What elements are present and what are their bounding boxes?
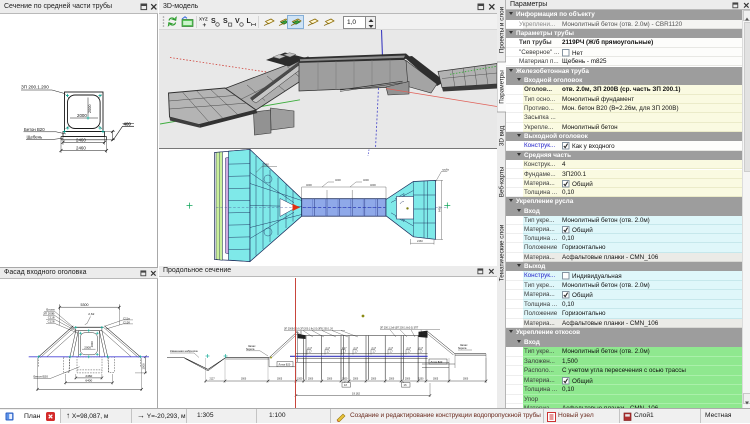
svg-text:2460: 2460 bbox=[417, 239, 423, 243]
svg-text:2000: 2000 bbox=[77, 113, 87, 118]
svg-text:2,17: 2,17 bbox=[372, 348, 377, 350]
svg-text:3005: 3005 bbox=[433, 379, 439, 381]
svg-text:Бетон В20: Бетон В20 bbox=[24, 127, 45, 132]
svg-text:1500: 1500 bbox=[342, 379, 348, 381]
svg-text:3000: 3000 bbox=[463, 379, 469, 381]
svg-text:2000: 2000 bbox=[327, 379, 333, 381]
svg-text:2,17: 2,17 bbox=[389, 348, 394, 350]
svg-text:1,7: 1,7 bbox=[420, 351, 424, 353]
svg-text:1,7: 1,7 bbox=[309, 351, 313, 353]
svg-text:S: S bbox=[223, 18, 228, 25]
svg-text:2,17: 2,17 bbox=[354, 348, 359, 350]
svg-text:1500: 1500 bbox=[141, 363, 145, 370]
svg-text:2460: 2460 bbox=[76, 146, 86, 151]
svg-text:ЗП 200.1.200: ЗП 200.1.200 bbox=[21, 85, 49, 90]
svg-text:2000: 2000 bbox=[308, 379, 314, 381]
svg-text:1,7: 1,7 bbox=[373, 351, 377, 353]
svg-text:2000: 2000 bbox=[389, 379, 395, 381]
svg-text:400: 400 bbox=[124, 121, 132, 126]
svg-text:Параметры: Параметры bbox=[499, 70, 506, 104]
svg-text:1,7: 1,7 bbox=[408, 351, 412, 353]
svg-text:4000: 4000 bbox=[363, 178, 369, 182]
svg-text:Щебень: Щебень bbox=[27, 134, 44, 139]
svg-text:берега: берега bbox=[458, 346, 467, 350]
svg-text:2460: 2460 bbox=[76, 137, 86, 142]
svg-text:2000: 2000 bbox=[405, 379, 411, 381]
svg-text:V: V bbox=[235, 18, 240, 25]
svg-text:Лоток В20: Лоток В20 bbox=[279, 364, 291, 367]
svg-text:ЗП 200.1.2х8 (ЗП 200.1.8х2.0): ЗП 200.1.2х8 (ЗП 200.1.8х2.0) ЗПТ bbox=[380, 327, 419, 330]
svg-text:ЗП 200Б-1.1б (ЗП 200.1.8х2.0): ЗП 200Б-1.1б (ЗП 200.1.8х2.0) ЗПБ 200.1.… bbox=[284, 327, 333, 330]
svg-text:3280: 3280 bbox=[263, 163, 269, 167]
svg-text:2460: 2460 bbox=[85, 374, 92, 378]
svg-text:Лоток В20: Лоток В20 bbox=[431, 361, 443, 364]
svg-text:6400: 6400 bbox=[437, 206, 441, 212]
svg-text:2000: 2000 bbox=[353, 379, 359, 381]
svg-text:L: L bbox=[247, 18, 252, 25]
svg-text:4000: 4000 bbox=[335, 178, 341, 182]
svg-text:2000: 2000 bbox=[90, 341, 94, 347]
svg-text:Тематические слои: Тематические слои bbox=[499, 224, 506, 281]
svg-text:берега: берега bbox=[246, 347, 255, 351]
svg-text:С12б: С12б bbox=[123, 320, 130, 324]
svg-text:2000: 2000 bbox=[371, 379, 377, 381]
svg-text:19 162: 19 162 bbox=[352, 392, 360, 396]
svg-text:2,17: 2,17 bbox=[419, 348, 424, 350]
svg-text:Веб-карты: Веб-карты bbox=[498, 166, 506, 197]
svg-text:3000: 3000 bbox=[241, 379, 247, 381]
svg-text:5300: 5300 bbox=[81, 303, 89, 307]
svg-text:3005: 3005 bbox=[277, 379, 283, 381]
svg-text:2127: 2127 bbox=[210, 379, 216, 381]
svg-text:2,62: 2,62 bbox=[88, 312, 94, 316]
svg-text:+: + bbox=[203, 22, 207, 29]
svg-text:1,7: 1,7 bbox=[343, 351, 347, 353]
svg-text:1,7: 1,7 bbox=[355, 351, 359, 353]
svg-text:С128: С128 bbox=[48, 320, 55, 324]
svg-text:1б: 1б bbox=[404, 383, 407, 387]
svg-text:6400: 6400 bbox=[85, 379, 92, 383]
svg-text:труба: труба bbox=[442, 168, 449, 172]
svg-text:1б: 1б bbox=[344, 383, 347, 387]
svg-text:Каменная наброска: Каменная наброска bbox=[170, 349, 198, 353]
svg-text:2,17: 2,17 bbox=[308, 348, 313, 350]
svg-text:2000: 2000 bbox=[88, 105, 92, 113]
svg-text:2,17: 2,17 bbox=[342, 348, 347, 350]
svg-text:1,7: 1,7 bbox=[390, 351, 394, 353]
svg-text:1,7: 1,7 bbox=[327, 351, 331, 353]
svg-text:1500: 1500 bbox=[418, 379, 424, 381]
svg-text:3D вид: 3D вид bbox=[499, 126, 506, 147]
svg-text:4000: 4000 bbox=[370, 183, 376, 187]
svg-text:4000: 4000 bbox=[306, 183, 312, 187]
svg-text:2,17: 2,17 bbox=[326, 348, 331, 350]
svg-text:XYZ: XYZ bbox=[199, 17, 208, 22]
svg-text:2,17: 2,17 bbox=[407, 348, 412, 350]
svg-text:Проекты и слои: Проекты и слои bbox=[499, 6, 506, 53]
svg-text:1500: 1500 bbox=[297, 379, 303, 381]
svg-text:Бетон В20: Бетон В20 bbox=[34, 375, 49, 379]
svg-text:S: S bbox=[211, 18, 216, 25]
